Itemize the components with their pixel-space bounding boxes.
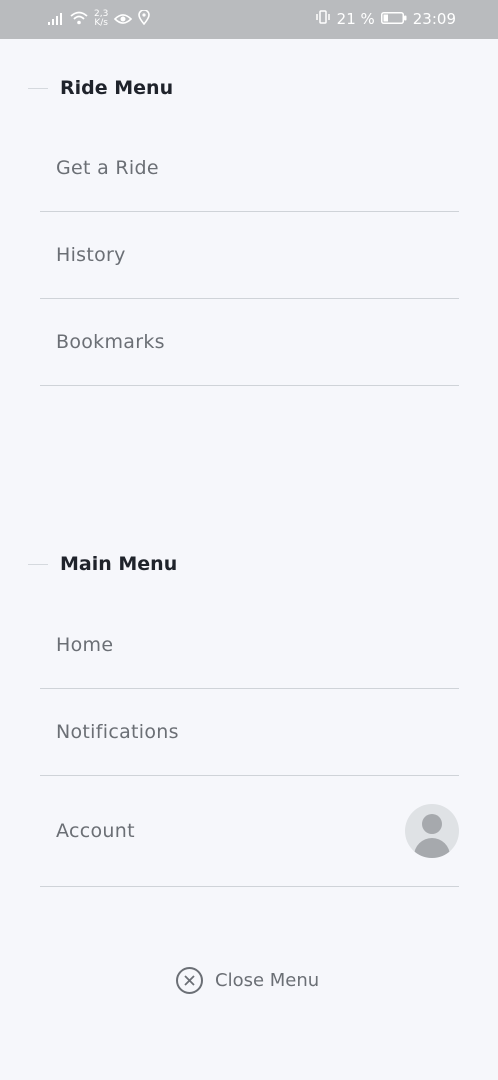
signal-icon: [48, 11, 64, 29]
menu-item-history[interactable]: History: [40, 212, 459, 299]
close-circle-icon: [176, 966, 203, 994]
menu-item-label: Bookmarks: [56, 331, 165, 353]
clock: 23:09: [412, 10, 456, 28]
ride-menu-header: Ride Menu: [0, 68, 498, 108]
status-bar: 2,3 K/s 21 % 23:09: [0, 0, 498, 39]
menu-item-label: Account: [56, 820, 135, 842]
wifi-icon: [70, 11, 88, 29]
close-menu-button[interactable]: Close Menu: [176, 964, 319, 996]
ride-menu-title: Ride Menu: [60, 77, 174, 99]
menu-item-label: Notifications: [56, 721, 179, 743]
network-speed: 2,3 K/s: [94, 9, 108, 28]
menu-item-get-a-ride[interactable]: Get a Ride: [40, 124, 459, 212]
avatar-body: [414, 838, 450, 858]
user-avatar-icon[interactable]: [405, 804, 459, 858]
main-menu-header: Main Menu: [0, 544, 498, 584]
eye-icon: [114, 11, 133, 29]
section-dash: [28, 88, 48, 89]
status-bar-left: 2,3 K/s: [48, 9, 151, 29]
menu-item-label: Get a Ride: [56, 156, 159, 179]
close-menu-label: Close Menu: [215, 969, 320, 991]
section-dash: [28, 564, 48, 565]
battery-percent: 21 %: [336, 10, 375, 28]
menu-item-notifications[interactable]: Notifications: [40, 689, 459, 776]
menu-item-home[interactable]: Home: [40, 601, 459, 689]
vibrate-icon: [315, 10, 331, 28]
menu-item-label: Home: [56, 633, 114, 656]
network-speed-unit: K/s: [94, 17, 108, 28]
menu-item-bookmarks[interactable]: Bookmarks: [40, 299, 459, 386]
status-bar-right: 21 % 23:09: [315, 10, 456, 28]
avatar-head: [422, 814, 442, 834]
location-icon: [138, 9, 151, 29]
battery-icon: [380, 10, 407, 28]
menu-item-label: History: [56, 244, 126, 266]
menu-item-account[interactable]: Account: [40, 776, 459, 887]
main-menu-title: Main Menu: [60, 553, 178, 575]
